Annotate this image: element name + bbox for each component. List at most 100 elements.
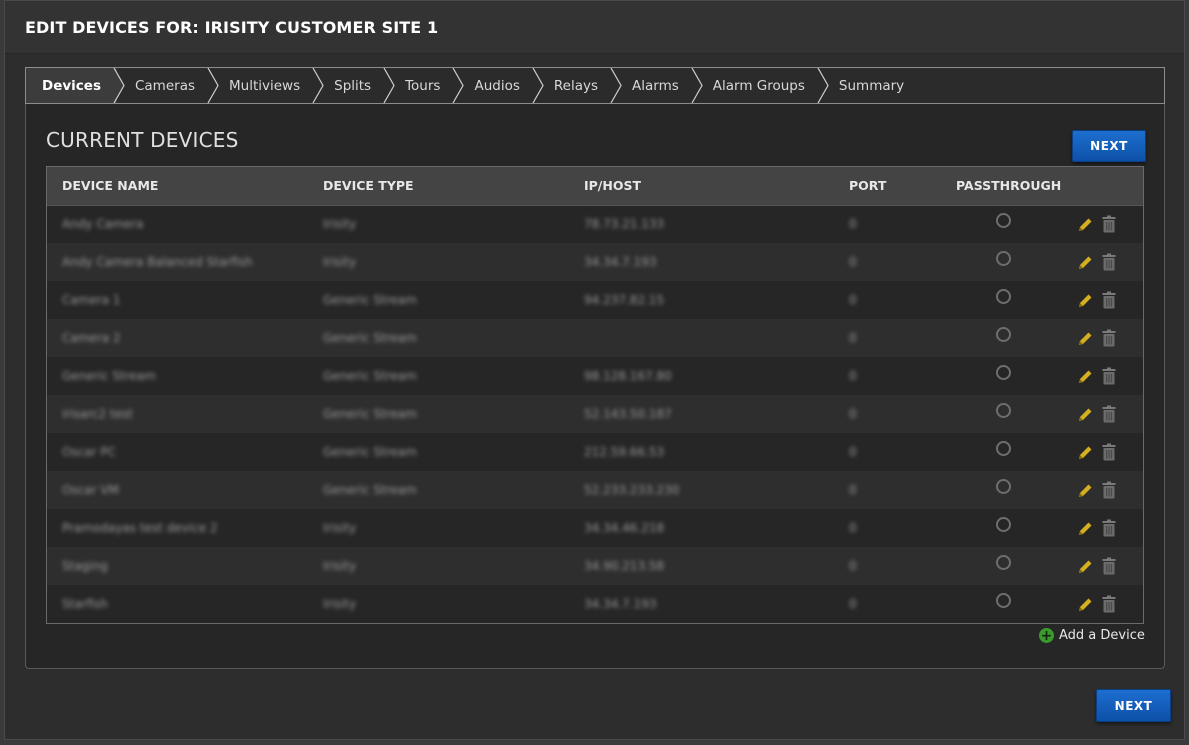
trash-icon[interactable] — [1101, 329, 1117, 347]
pencil-icon[interactable] — [1076, 292, 1094, 310]
step-devices[interactable]: Devices — [26, 68, 125, 103]
page-title: EDIT DEVICES FOR: IRISITY CUSTOMER SITE … — [25, 18, 439, 37]
next-button-top[interactable]: NEXT — [1072, 130, 1146, 162]
step-label: Alarm Groups — [712, 77, 805, 94]
step-label: Relays — [553, 77, 598, 94]
step-label: Devices — [42, 77, 101, 94]
step-label: Audios — [474, 77, 520, 94]
step-alarm-groups[interactable]: Alarm Groups — [695, 68, 829, 103]
step-relays[interactable]: Relays — [536, 68, 622, 103]
device-name-cell: Generic Stream — [62, 369, 156, 383]
edit-devices-window: EDIT DEVICES FOR: IRISITY CUSTOMER SITE … — [4, 0, 1185, 740]
pencil-icon[interactable] — [1076, 216, 1094, 234]
trash-icon[interactable] — [1101, 253, 1117, 271]
pencil-icon[interactable] — [1076, 406, 1094, 424]
trash-icon[interactable] — [1101, 291, 1117, 309]
table-row: Starfish Irisity 34.34.7.193 0 — [47, 585, 1143, 623]
ip-host-cell: 34.34.7.193 — [584, 597, 657, 611]
passthrough-radio[interactable] — [996, 251, 1011, 266]
chevron-right-icon — [312, 68, 324, 103]
column-header-device-type: DEVICE TYPE — [323, 178, 414, 193]
port-cell: 0 — [849, 445, 857, 459]
passthrough-radio[interactable] — [996, 517, 1011, 532]
passthrough-radio[interactable] — [996, 365, 1011, 380]
device-type-cell: Irisity — [323, 255, 357, 269]
port-cell: 0 — [849, 559, 857, 573]
trash-icon[interactable] — [1101, 481, 1117, 499]
passthrough-radio[interactable] — [996, 593, 1011, 608]
port-cell: 0 — [849, 369, 857, 383]
column-header-device-name: DEVICE NAME — [62, 178, 159, 193]
step-splits[interactable]: Splits — [316, 68, 395, 103]
pencil-icon[interactable] — [1076, 520, 1094, 538]
step-label: Alarms — [632, 77, 679, 94]
add-device-label: Add a Device — [1059, 628, 1145, 643]
device-name-cell: Camera 2 — [62, 331, 121, 345]
ip-host-cell: 94.237.82.15 — [584, 293, 665, 307]
wizard-steps: Devices Cameras Multiviews Splits Tours Audio… — [25, 67, 1165, 104]
trash-icon[interactable] — [1101, 215, 1117, 233]
passthrough-radio[interactable] — [996, 327, 1011, 342]
step-multiviews[interactable]: Multiviews — [211, 68, 324, 103]
table-row: Andy Camera Balanced Starfish Irisity 34.3… — [47, 243, 1143, 281]
ip-host-cell: 34.34.46.218 — [584, 521, 665, 535]
passthrough-radio[interactable] — [996, 213, 1011, 228]
device-type-cell: Irisity — [323, 559, 357, 573]
step-label: Multiviews — [229, 77, 301, 94]
pencil-icon[interactable] — [1076, 558, 1094, 576]
next-button-bottom[interactable]: NEXT — [1096, 689, 1171, 722]
device-name-cell: Oscar PC — [62, 445, 117, 459]
step-summary[interactable]: Summary — [821, 68, 920, 103]
ip-host-cell: 98.128.167.80 — [584, 369, 672, 383]
chevron-right-icon — [532, 68, 544, 103]
port-cell: 0 — [849, 521, 857, 535]
trash-icon[interactable] — [1101, 443, 1117, 461]
device-name-cell: Andy Camera — [62, 217, 144, 231]
step-tours[interactable]: Tours — [387, 68, 465, 103]
passthrough-radio[interactable] — [996, 555, 1011, 570]
step-label: Tours — [405, 77, 441, 94]
add-device-link[interactable]: + Add a Device — [1039, 628, 1145, 643]
step-label: Summary — [838, 77, 905, 94]
pencil-icon[interactable] — [1076, 444, 1094, 462]
passthrough-radio[interactable] — [996, 403, 1011, 418]
device-type-cell: Generic Stream — [323, 407, 417, 421]
window-header: EDIT DEVICES FOR: IRISITY CUSTOMER SITE … — [5, 1, 1184, 54]
trash-icon[interactable] — [1101, 367, 1117, 385]
device-name-cell: Staging — [62, 559, 108, 573]
step-alarms[interactable]: Alarms — [614, 68, 703, 103]
step-label: Cameras — [134, 77, 195, 94]
step-cameras[interactable]: Cameras — [117, 68, 219, 103]
passthrough-radio[interactable] — [996, 441, 1011, 456]
port-cell: 0 — [849, 331, 857, 345]
chevron-right-icon — [691, 68, 703, 103]
table-row: Pramodayas test device 2 Irisity 34.34.46.… — [47, 509, 1143, 547]
port-cell: 0 — [849, 597, 857, 611]
table-row: irisarc2 test Generic Stream 52.143.50.187… — [47, 395, 1143, 433]
trash-icon[interactable] — [1101, 519, 1117, 537]
device-name-cell: Pramodayas test device 2 — [62, 521, 218, 535]
pencil-icon[interactable] — [1076, 254, 1094, 272]
passthrough-radio[interactable] — [996, 479, 1011, 494]
trash-icon[interactable] — [1101, 595, 1117, 613]
pencil-icon[interactable] — [1076, 596, 1094, 614]
step-label: Splits — [334, 77, 372, 94]
port-cell: 0 — [849, 293, 857, 307]
trash-icon[interactable] — [1101, 405, 1117, 423]
trash-icon[interactable] — [1101, 557, 1117, 575]
port-cell: 0 — [849, 483, 857, 497]
ip-host-cell: 78.73.21.133 — [584, 217, 665, 231]
ip-host-cell: 34.34.7.193 — [584, 255, 657, 269]
table-row: Oscar VM Generic Stream 52.233.233.230 0 — [47, 471, 1143, 509]
pencil-icon[interactable] — [1076, 330, 1094, 348]
table-row: Camera 2 Generic Stream 0 — [47, 319, 1143, 357]
pencil-icon[interactable] — [1076, 482, 1094, 500]
table-row: Camera 1 Generic Stream 94.237.82.15 0 — [47, 281, 1143, 319]
table-row: Andy Camera Irisity 78.73.21.133 0 — [47, 205, 1143, 243]
chevron-right-icon — [207, 68, 219, 103]
pencil-icon[interactable] — [1076, 368, 1094, 386]
ip-host-cell: 34.90.213.58 — [584, 559, 665, 573]
ip-host-cell: 212.59.66.53 — [584, 445, 665, 459]
step-audios[interactable]: Audios — [456, 68, 544, 103]
passthrough-radio[interactable] — [996, 289, 1011, 304]
